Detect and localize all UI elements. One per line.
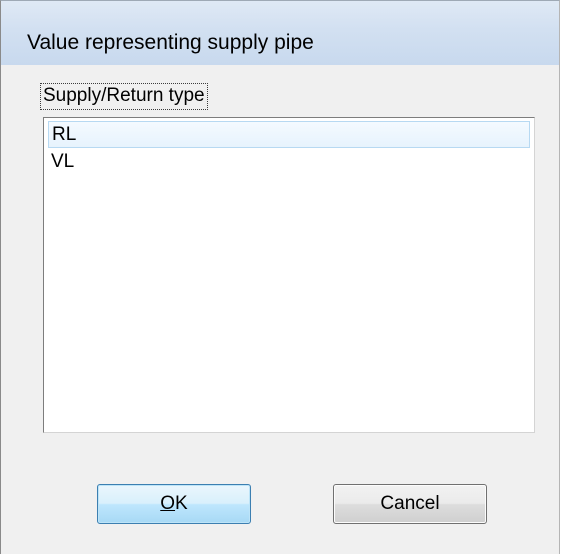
supply-return-type-listbox[interactable]: RL VL [43, 117, 535, 433]
list-item-vl[interactable]: VL [48, 148, 530, 175]
cancel-button-label: Cancel [380, 493, 440, 514]
window-title: Value representing supply pipe [27, 31, 314, 54]
cancel-button[interactable]: Cancel [333, 484, 487, 524]
dialog-window: Value representing supply pipe Supply/Re… [0, 0, 560, 554]
ok-accelerator-key: O [160, 493, 176, 514]
ok-button[interactable]: OK [97, 484, 251, 524]
ok-button-label: OK [160, 493, 187, 514]
title-bar[interactable]: Value representing supply pipe [1, 1, 559, 65]
list-item-rl[interactable]: RL [48, 121, 530, 148]
supply-return-type-label: Supply/Return type [40, 83, 208, 110]
ok-label-rest: K [175, 493, 188, 514]
